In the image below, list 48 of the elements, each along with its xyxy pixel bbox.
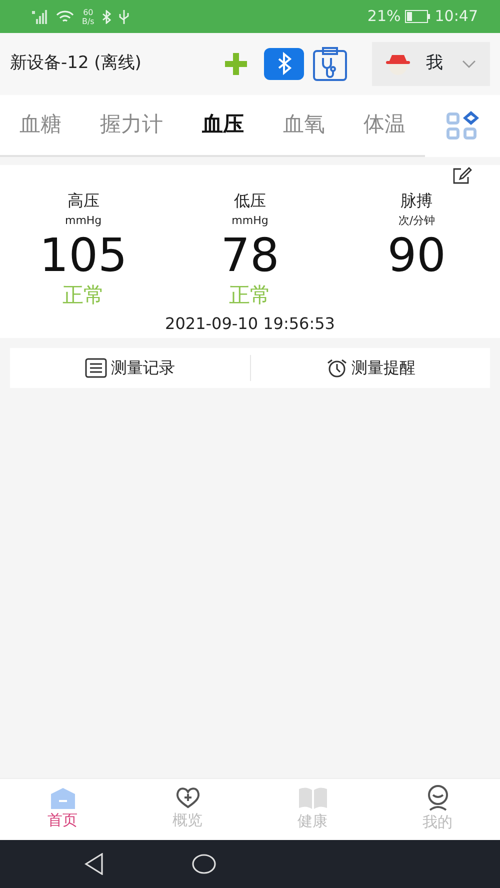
- reading-unit: mmHg: [64, 213, 102, 229]
- category-tab[interactable]: 体温: [356, 109, 414, 141]
- home-circle-icon[interactable]: [192, 854, 216, 874]
- category-tab[interactable]: 血氧: [274, 109, 333, 141]
- book-icon: [296, 786, 328, 810]
- network-speed: 60: [82, 8, 94, 16]
- bluetooth-button[interactable]: [264, 48, 304, 80]
- reading-name: 脉搏: [400, 190, 433, 212]
- wifi-icon: [56, 10, 74, 24]
- reading-value: 105: [39, 230, 128, 280]
- reading-name: 高压: [67, 190, 100, 212]
- reading-unit: 次/分钟: [398, 213, 436, 229]
- battery-icon: [404, 10, 431, 23]
- action-button[interactable]: 测量提醒: [320, 355, 422, 381]
- reading-value: 78: [220, 230, 280, 280]
- reading-name: 低压: [234, 190, 266, 212]
- person-face-icon: [426, 785, 450, 812]
- back-icon[interactable]: [84, 853, 104, 875]
- grid-menu-icon[interactable]: [446, 111, 480, 141]
- device-name: 新设备-12 (离线): [10, 52, 142, 76]
- reading-unit: mmHg: [232, 213, 268, 229]
- alarm-clock-icon: [326, 358, 348, 378]
- usb-icon: [119, 10, 130, 24]
- edit-icon[interactable]: [452, 167, 472, 185]
- reading-status: 正常: [62, 282, 104, 310]
- avatar-icon[interactable]: [386, 52, 410, 76]
- battery-percent: 21%: [367, 6, 401, 28]
- user-label[interactable]: 我: [426, 51, 443, 77]
- reading-status: 正常: [229, 282, 271, 310]
- category-tab[interactable]: 握力计: [92, 109, 172, 141]
- home-icon: [50, 787, 76, 810]
- nav-tab[interactable]: 健康: [250, 785, 375, 834]
- clock-time: 10:47: [434, 6, 478, 28]
- heart-plus-icon: [174, 787, 200, 810]
- category-tab[interactable]: 血压: [194, 109, 252, 141]
- chevron-down-icon[interactable]: [462, 60, 476, 68]
- category-tab[interactable]: 血糖: [11, 109, 70, 141]
- measurement-time: 2021-09-10 19:56:53: [165, 314, 335, 333]
- stethoscope-clipboard-icon[interactable]: [312, 47, 348, 81]
- nav-tab[interactable]: 我的: [375, 784, 500, 835]
- bluetooth-icon: [102, 10, 112, 24]
- nav-tab[interactable]: 概览: [125, 786, 250, 833]
- action-button[interactable]: 测量记录: [79, 355, 181, 381]
- nav-tab[interactable]: 首页: [0, 786, 125, 833]
- reading-value: 90: [387, 230, 446, 280]
- signal-icon: [32, 10, 48, 24]
- speed-unit: B/s: [82, 16, 94, 26]
- list-icon: [85, 358, 107, 378]
